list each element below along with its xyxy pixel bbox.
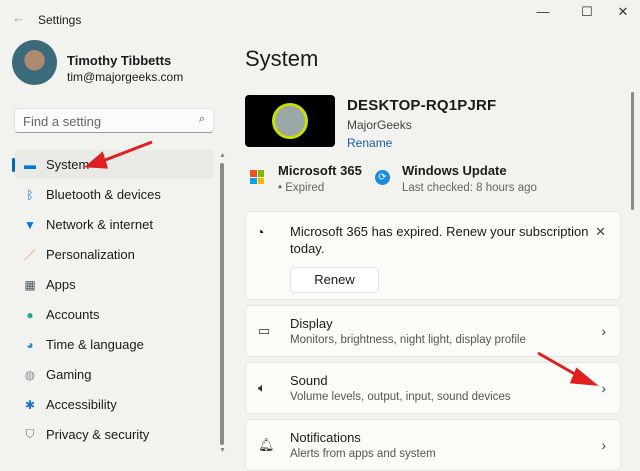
person-icon: ● [26, 307, 34, 322]
sidebar-item-accessibility[interactable]: ✱ Accessibility [14, 390, 214, 419]
sidebar-item-label: Accounts [46, 307, 100, 322]
notice-card: ◔ Microsoft 365 has expired. Renew your … [245, 211, 621, 300]
notice-text: Microsoft 365 has expired. Renew your su… [290, 224, 589, 256]
minimize-button[interactable]: — [528, 4, 558, 24]
item-subtitle: Volume levels, output, input, sound devi… [290, 391, 511, 403]
chevron-right-icon: › [601, 437, 606, 453]
wifi-icon: ▼ [24, 217, 36, 232]
status-subtitle: • Expired [278, 182, 325, 194]
main-scrollbar[interactable] [631, 92, 634, 210]
sidebar-item-accounts[interactable]: ● Accounts [14, 300, 214, 329]
sidebar-item-gaming[interactable]: ◍ Gaming [14, 360, 214, 389]
maximize-button[interactable]: ☐ [572, 4, 602, 24]
back-button[interactable]: ← [12, 10, 25, 25]
status-subtitle: Last checked: 8 hours ago [402, 182, 537, 194]
alert-clock-icon: ◔ [256, 224, 265, 240]
microsoft-logo-icon [250, 170, 264, 184]
bluetooth-icon: ᛒ [26, 187, 34, 202]
settings-item-notifications[interactable]: 🔔︎ Notifications Alerts from apps and syst… [245, 419, 621, 471]
sidebar-item-time-language[interactable]: ◕ Time & language [14, 330, 214, 359]
search-input[interactable]: Find a setting ⌕ [14, 108, 214, 133]
rename-link[interactable]: Rename [347, 136, 392, 150]
shield-icon: ⛉ [25, 427, 35, 441]
device-subtitle: MajorGeeks [347, 118, 412, 132]
device-name: DESKTOP-RQ1PJRF [347, 97, 497, 114]
search-placeholder: Find a setting [23, 114, 102, 129]
sidebar-item-label: Time & language [46, 337, 144, 352]
brush-icon: ／ [23, 248, 36, 262]
item-title: Notifications [290, 430, 361, 445]
close-button[interactable]: ✕ [608, 4, 638, 24]
status-title: Windows Update [402, 163, 507, 178]
settings-item-sound[interactable]: 🔈︎ Sound Volume levels, output, input, sou… [245, 362, 621, 414]
sidebar-item-apps[interactable]: ▦ Apps [14, 270, 214, 299]
chevron-right-icon: › [601, 380, 606, 396]
user-email: tim@majorgeeks.com [67, 70, 184, 84]
sidebar-item-personalization[interactable]: ／ Personalization [14, 240, 214, 269]
search-icon[interactable]: ⌕ [199, 113, 205, 126]
apps-icon: ▦ [24, 277, 36, 292]
microsoft-365-status[interactable]: Microsoft 365 • Expired [278, 163, 362, 194]
scroll-up-icon[interactable]: ▲ [219, 152, 226, 159]
sidebar-item-label: System [46, 157, 90, 172]
status-title: Microsoft 365 [278, 163, 362, 178]
item-subtitle: Monitors, brightness, night light, displ… [290, 334, 526, 346]
chevron-right-icon: › [601, 323, 606, 339]
item-title: Sound [290, 373, 328, 388]
sidebar-scrollbar[interactable] [220, 163, 224, 445]
scroll-down-icon[interactable]: ▼ [219, 447, 226, 454]
sidebar-item-label: Bluetooth & devices [46, 187, 161, 202]
monitor-icon: ▬ [24, 157, 36, 172]
page-title: System [245, 46, 319, 71]
selected-indicator [12, 158, 15, 172]
speaker-icon: 🔈︎ [258, 380, 266, 395]
accessibility-icon: ✱ [24, 397, 36, 412]
sidebar-item-system[interactable]: ▬ System [12, 150, 214, 179]
display-icon: ▭ [258, 323, 271, 338]
gamepad-icon: ◍ [24, 367, 36, 382]
settings-item-display[interactable]: ▭ Display Monitors, brightness, night ligh… [245, 305, 621, 357]
sidebar-item-label: Accessibility [46, 397, 117, 412]
sidebar-item-privacy-security[interactable]: ⛉ Privacy & security [14, 420, 214, 449]
sidebar-item-label: Apps [46, 277, 76, 292]
dismiss-button[interactable]: ✕ [595, 224, 606, 240]
sidebar-item-network-internet[interactable]: ▼ Network & internet [14, 210, 214, 239]
sidebar-item-label: Privacy & security [46, 427, 150, 442]
device-image [245, 95, 335, 147]
sidebar-item-label: Network & internet [46, 217, 153, 232]
windows-update-icon: ⟳ [375, 170, 390, 185]
item-title: Display [290, 316, 333, 331]
item-subtitle: Alerts from apps and system [290, 448, 436, 460]
sidebar-item-bluetooth-devices[interactable]: ᛒ Bluetooth & devices [14, 180, 214, 209]
bell-icon: 🔔︎ [258, 437, 275, 452]
windows-update-status[interactable]: Windows Update Last checked: 8 hours ago [402, 163, 537, 194]
globe-clock-icon: ◕ [26, 337, 34, 352]
sidebar-item-label: Personalization [46, 247, 135, 262]
avatar[interactable] [12, 40, 57, 85]
sidebar-item-label: Gaming [46, 367, 92, 382]
renew-button[interactable]: Renew [290, 267, 379, 293]
window-title: Settings [38, 13, 82, 27]
user-name: Timothy Tibbetts [67, 53, 172, 68]
